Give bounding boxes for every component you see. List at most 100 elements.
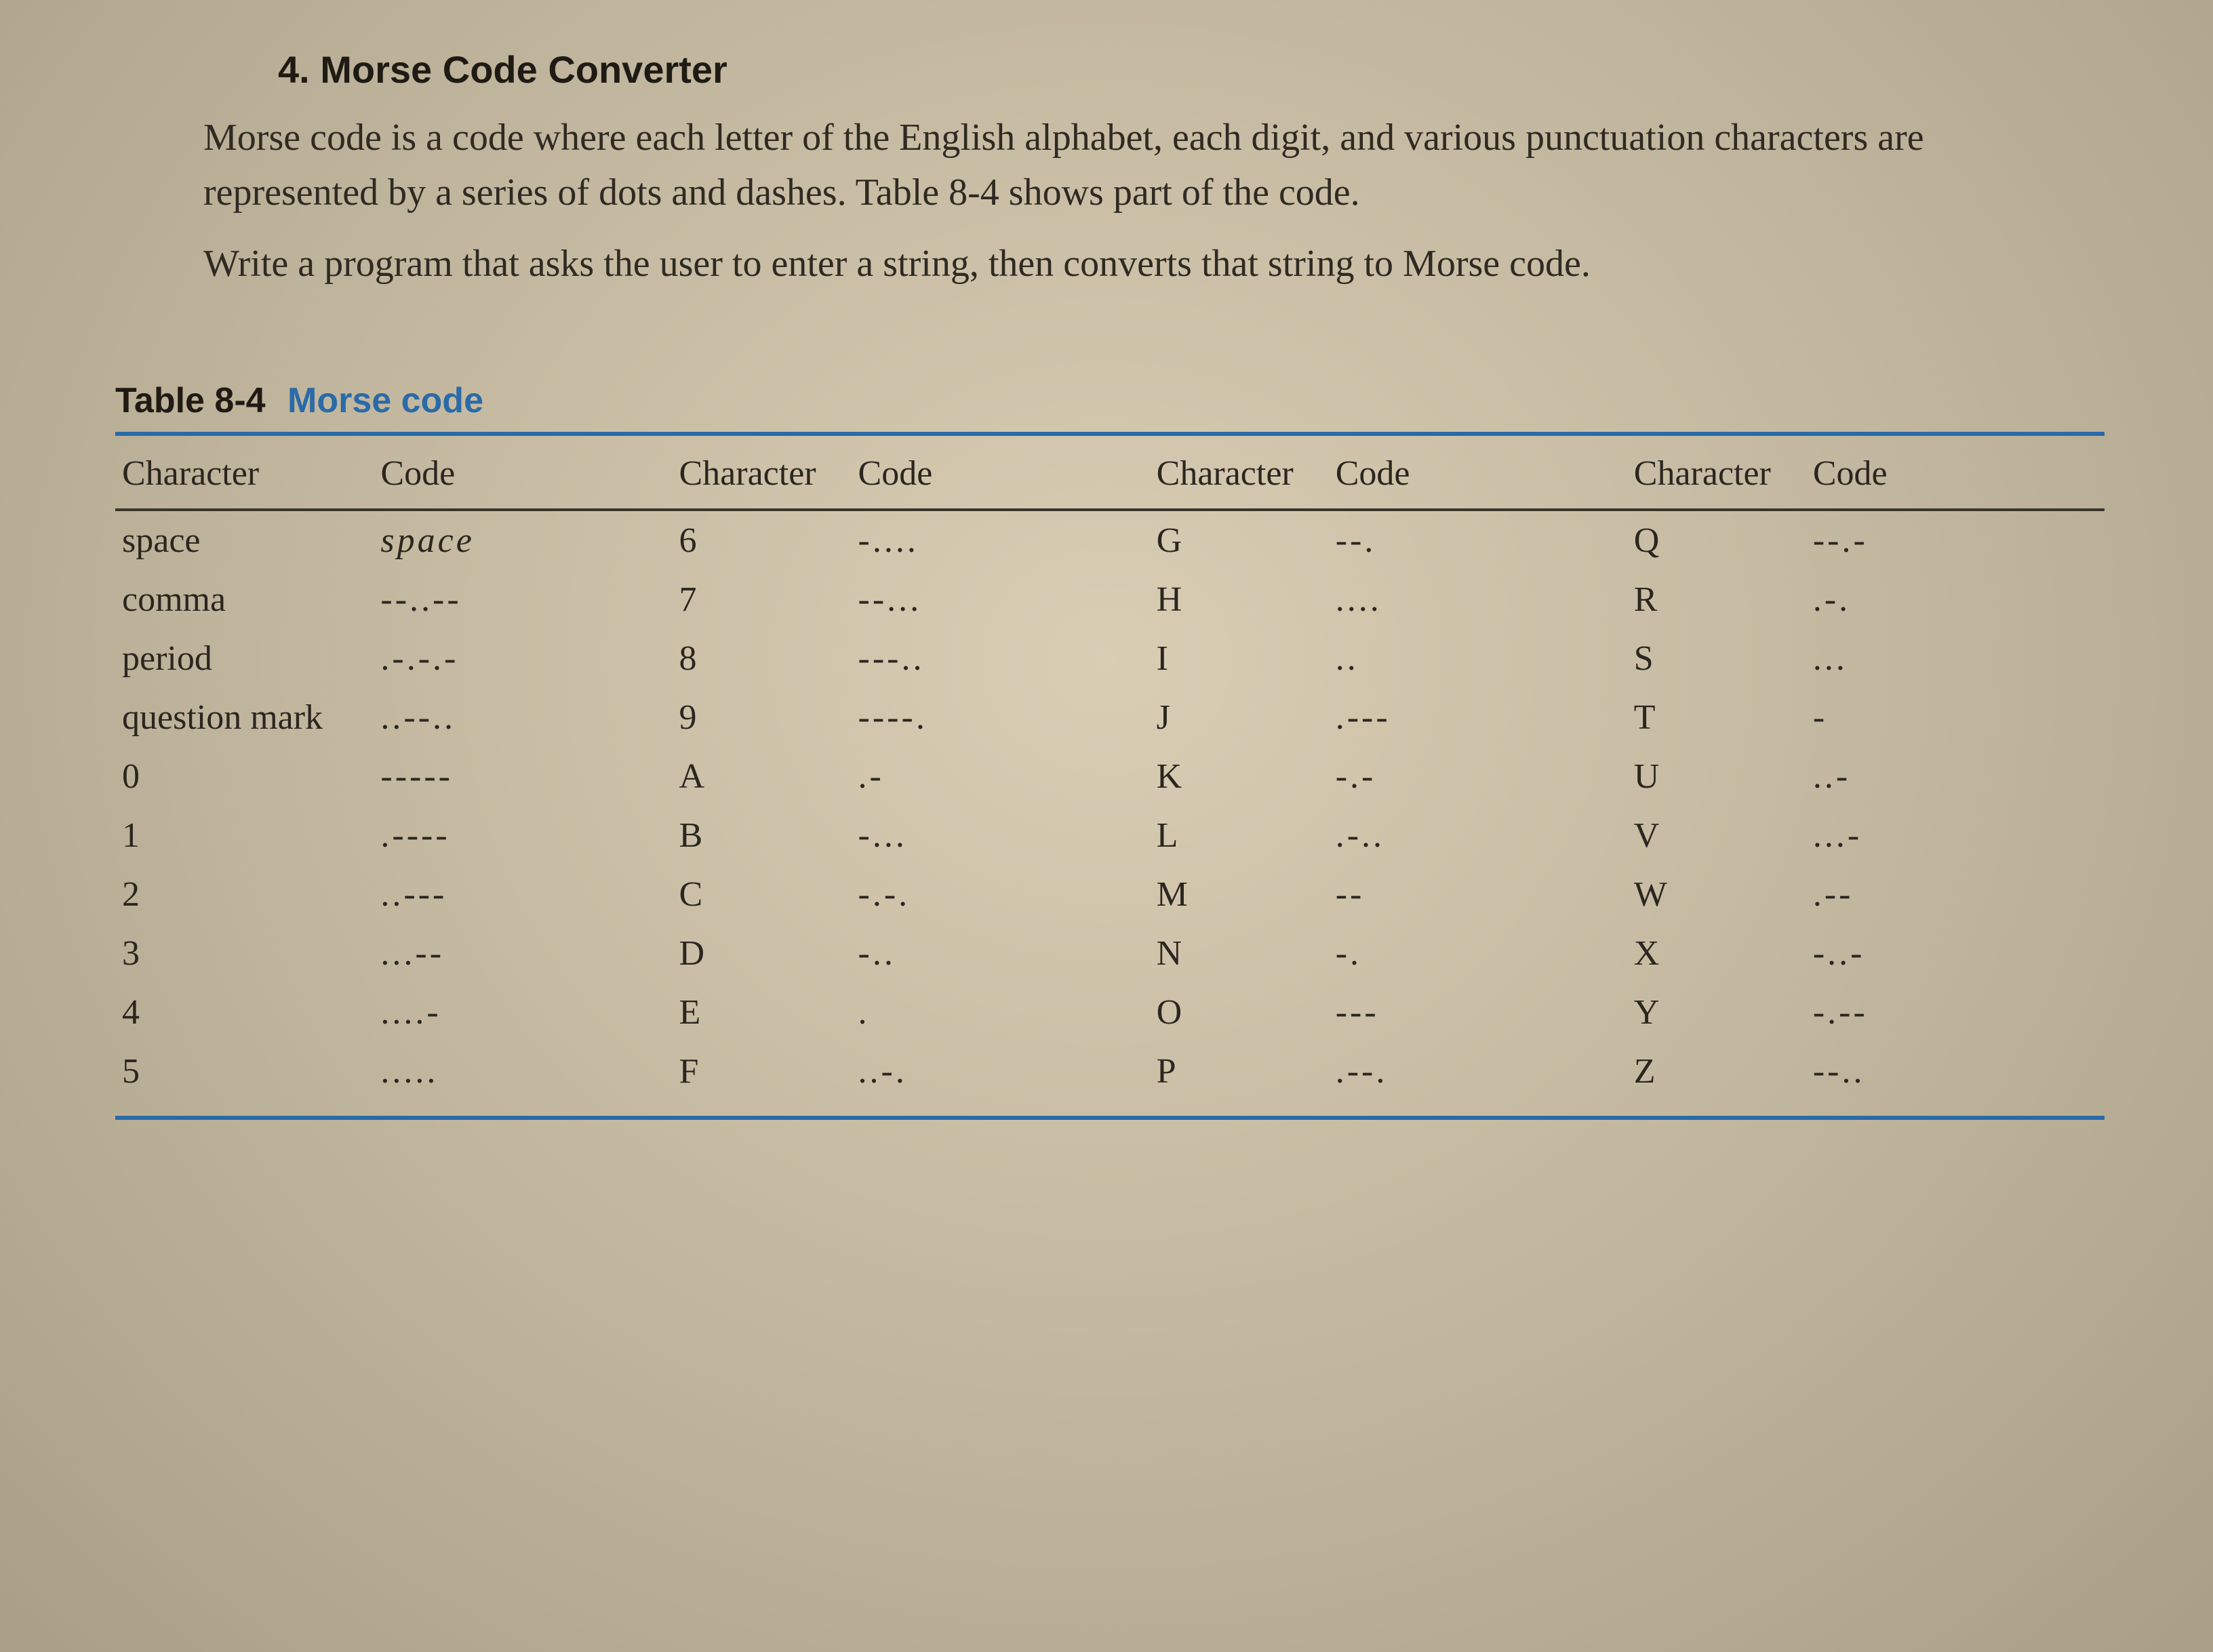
character-cell: V — [1627, 806, 1806, 865]
character-cell: Y — [1627, 983, 1806, 1042]
character-cell: P — [1150, 1042, 1329, 1112]
character-cell: 4 — [115, 983, 374, 1042]
code-cell: space — [374, 510, 672, 570]
code-cell: ..... — [374, 1042, 672, 1112]
code-cell: ...- — [1806, 806, 2105, 865]
col-header-character-4: Character — [1627, 436, 1806, 510]
character-cell: E — [673, 983, 852, 1042]
code-cell: -- — [1329, 865, 1627, 924]
character-cell: I — [1150, 629, 1329, 688]
character-cell: 3 — [115, 924, 374, 983]
code-cell: - — [1806, 688, 2105, 747]
character-cell: comma — [115, 570, 374, 629]
code-cell: -.-. — [852, 865, 1150, 924]
code-cell: .-. — [1806, 570, 2105, 629]
character-cell: Z — [1627, 1042, 1806, 1112]
character-cell: Q — [1627, 510, 1806, 570]
table-bottom-rule — [115, 1116, 2105, 1120]
code-cell: ..- — [1806, 747, 2105, 806]
character-cell: L — [1150, 806, 1329, 865]
character-cell: 8 — [673, 629, 852, 688]
code-cell: --.. — [1806, 1042, 2105, 1112]
character-cell: H — [1150, 570, 1329, 629]
code-cell: .---- — [374, 806, 672, 865]
table-row: 0-----A.-K-.-U..- — [115, 747, 2105, 806]
character-cell: O — [1150, 983, 1329, 1042]
code-cell: .--- — [1329, 688, 1627, 747]
col-header-character-2: Character — [673, 436, 852, 510]
code-cell: ..--.. — [374, 688, 672, 747]
textbook-page: 4. Morse Code Converter Morse code is a … — [0, 0, 2213, 1652]
code-cell: . — [852, 983, 1150, 1042]
problem-heading: 4. Morse Code Converter — [278, 47, 2132, 92]
code-cell: -... — [852, 806, 1150, 865]
col-header-code-2: Code — [852, 436, 1150, 510]
code-cell: .--. — [1329, 1042, 1627, 1112]
table-row: 3...--D-..N-.X-..- — [115, 924, 2105, 983]
character-cell: W — [1627, 865, 1806, 924]
code-cell: -.. — [852, 924, 1150, 983]
col-header-code-1: Code — [374, 436, 672, 510]
character-cell: M — [1150, 865, 1329, 924]
code-cell: ... — [1806, 629, 2105, 688]
code-cell: ..--- — [374, 865, 672, 924]
character-cell: 9 — [673, 688, 852, 747]
character-cell: U — [1627, 747, 1806, 806]
table-label: Table 8-4 — [115, 381, 266, 420]
col-header-code-4: Code — [1806, 436, 2105, 510]
morse-table-wrap: Table 8-4 Morse code Character Code Char… — [115, 380, 2105, 1120]
table-row: 1.----B-...L.-..V...- — [115, 806, 2105, 865]
character-cell: C — [673, 865, 852, 924]
col-header-character-3: Character — [1150, 436, 1329, 510]
code-cell: -.... — [852, 510, 1150, 570]
code-cell: .. — [1329, 629, 1627, 688]
character-cell: period — [115, 629, 374, 688]
table-row: 4....-E.O---Y-.-- — [115, 983, 2105, 1042]
code-cell: -..- — [1806, 924, 2105, 983]
character-cell: D — [673, 924, 852, 983]
character-cell: 5 — [115, 1042, 374, 1112]
character-cell: space — [115, 510, 374, 570]
character-cell: S — [1627, 629, 1806, 688]
table-row: question mark..--..9----.J.---T- — [115, 688, 2105, 747]
character-cell: 0 — [115, 747, 374, 806]
character-cell: R — [1627, 570, 1806, 629]
character-cell: 6 — [673, 510, 852, 570]
code-cell: .-- — [1806, 865, 2105, 924]
character-cell: question mark — [115, 688, 374, 747]
table-row: spacespace6-....G--.Q--.- — [115, 510, 2105, 570]
code-cell: .... — [1329, 570, 1627, 629]
character-cell: 7 — [673, 570, 852, 629]
character-cell: K — [1150, 747, 1329, 806]
table-title: Morse code — [287, 381, 483, 420]
character-cell: T — [1627, 688, 1806, 747]
code-cell: ...-- — [374, 924, 672, 983]
character-cell: 1 — [115, 806, 374, 865]
code-cell: --- — [1329, 983, 1627, 1042]
table-row: comma--..--7--...H....R.-. — [115, 570, 2105, 629]
character-cell: J — [1150, 688, 1329, 747]
code-cell: ....- — [374, 983, 672, 1042]
problem-paragraph-1: Morse code is a code where each letter o… — [203, 110, 2098, 220]
code-cell: --... — [852, 570, 1150, 629]
character-cell: G — [1150, 510, 1329, 570]
character-cell: N — [1150, 924, 1329, 983]
table-header: Character Code Character Code Character … — [115, 436, 2105, 510]
code-cell: --. — [1329, 510, 1627, 570]
character-cell: A — [673, 747, 852, 806]
code-cell: --.- — [1806, 510, 2105, 570]
code-cell: ..-. — [852, 1042, 1150, 1112]
character-cell: X — [1627, 924, 1806, 983]
code-cell: .- — [852, 747, 1150, 806]
table-caption: Table 8-4 Morse code — [115, 380, 2105, 436]
table-row: 5.....F..-.P.--.Z--.. — [115, 1042, 2105, 1112]
code-cell: -.-- — [1806, 983, 2105, 1042]
code-cell: ----. — [852, 688, 1150, 747]
table-body: spacespace6-....G--.Q--.-comma--..--7--.… — [115, 510, 2105, 1112]
code-cell: -.- — [1329, 747, 1627, 806]
code-cell: -. — [1329, 924, 1627, 983]
code-cell: ----- — [374, 747, 672, 806]
col-header-code-3: Code — [1329, 436, 1627, 510]
col-header-character-1: Character — [115, 436, 374, 510]
code-cell: --..-- — [374, 570, 672, 629]
